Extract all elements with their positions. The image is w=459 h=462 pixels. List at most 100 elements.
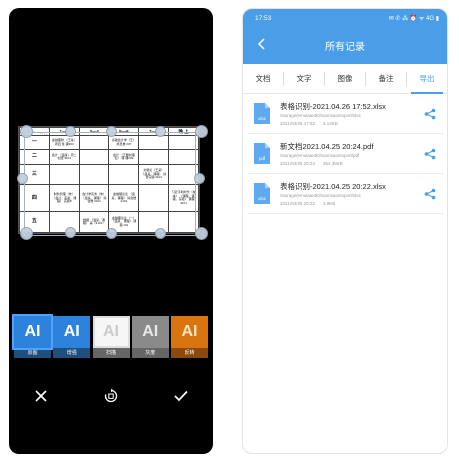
table-cell xyxy=(168,211,199,233)
share-button[interactable] xyxy=(423,147,437,161)
table-row: 三 文献论（王某） （温某，课程） 综合实验 3101 xyxy=(19,163,199,186)
filter-label: 增强 xyxy=(53,348,91,358)
table-cell: 文献论（王某） （温某，课程） 综合实验 3101 xyxy=(138,163,170,186)
file-size: 4.14KB xyxy=(323,120,338,126)
record-tabs: 文档 文字 图像 备注 导出 xyxy=(243,64,447,94)
crop-handle-top[interactable] xyxy=(65,126,76,137)
crop-handle-right[interactable] xyxy=(194,173,205,184)
share-button[interactable] xyxy=(423,107,437,121)
editor-action-bar xyxy=(9,378,213,414)
status-time: 17:53 xyxy=(255,14,272,22)
list-item[interactable]: xlsx 表格识别-2021.04.25 20:22.xlsx /storage… xyxy=(247,174,443,214)
share-button[interactable] xyxy=(423,187,437,201)
schedule-table: 1—2 3—4 5—6 7—8 晚 上 一 金融理财 （王某）周四 鉴·课303… xyxy=(19,126,199,233)
table-cell: 数据 （温某，课程） 第（3101） xyxy=(78,211,110,233)
file-meta: 2021/04/26 17:52 4.14KB xyxy=(280,120,423,127)
crop-handle-bottom[interactable] xyxy=(65,227,76,238)
crop-handle-left[interactable] xyxy=(17,173,28,184)
tab-notes[interactable]: 备注 xyxy=(366,64,406,93)
records-screen: 17:53 ✉ ✆ ⁂ ⏰ ᯤ 4G ▮ 所有记录 文档 文字 图像 备注 导出 xyxy=(242,8,448,454)
screenshot-stage: 1—2 3—4 5—6 7—8 晚 上 一 金融理财 （王某）周四 鉴·课303… xyxy=(0,0,459,462)
file-info: 表格识别-2021.04.26 17:52.xlsx /storage/emul… xyxy=(280,101,423,127)
table-cell: 会计学实务（朱） （温某，课程） 综合楼 3101 xyxy=(78,184,110,213)
file-name: 新文档2021.04.25 20:24.pdf xyxy=(280,141,374,151)
table-header-cell: 3—4 xyxy=(78,126,110,137)
table-row-label: 四 xyxy=(19,184,50,213)
file-type-label: xlsx xyxy=(258,116,266,121)
xlsx-file-icon: xlsx xyxy=(253,182,271,205)
file-date: 2021/04/25 20:22 xyxy=(280,200,316,206)
file-path: /storage/emulated/0/saomiao/export/pdf xyxy=(280,152,360,158)
table-cell: 会计 （温某）周二 创建 3101 xyxy=(48,149,80,165)
file-meta: 2021/04/25 20:24 364.38KB xyxy=(280,160,423,167)
crop-handle-bottom[interactable] xyxy=(106,228,117,239)
list-item[interactable]: xlsx 表格识别-2021.04.26 17:52.xlsx /storage… xyxy=(247,94,443,134)
table-cell: 会计 （王雅创理论） 课·课209 xyxy=(108,149,140,165)
list-item[interactable]: pdf 新文档2021.04.25 20:24.pdf /storage/emu… xyxy=(247,134,443,174)
table-cell xyxy=(78,163,110,186)
filter-grayscale[interactable]: AI 灰度 xyxy=(131,316,169,358)
table-row: 二 会计 （温某）周二 创建 3101 会计 （王雅创理论） 课·课209 xyxy=(19,149,199,165)
close-icon xyxy=(35,390,47,402)
table-row-label: 二 xyxy=(19,149,50,165)
crop-handle-bottom[interactable] xyxy=(155,228,166,239)
table-row: 四 财务管理（朱） （会计，实验，课程） 实验8 会计学实务（朱） （温某，课程… xyxy=(19,184,199,213)
tab-text[interactable]: 文字 xyxy=(284,64,324,93)
table-cell: 财务管理（朱） （会计，实验，课程） 实验8 xyxy=(48,184,80,213)
filter-thumbnail: AI xyxy=(92,316,130,348)
filter-enhance[interactable]: AI 增强 xyxy=(53,316,91,358)
filter-scan[interactable]: AI 扫描 xyxy=(92,316,130,358)
crop-handle-top-right[interactable] xyxy=(195,125,208,138)
crop-handle-bottom-right[interactable] xyxy=(195,227,208,240)
filter-original[interactable]: AI 原图 xyxy=(12,314,53,358)
filter-invert[interactable]: AI 反转 xyxy=(171,316,208,358)
filter-label: 原图 xyxy=(14,348,51,358)
table-cell xyxy=(138,135,170,151)
table-cell: 习近平新时代（校本） （课程，课程，实验） 课程 3101 xyxy=(168,184,199,213)
confirm-button[interactable] xyxy=(171,386,191,406)
table-cell: 金融理论论 （温某，课程） 综合楼 3101 xyxy=(108,184,140,213)
file-path: /storage/emulated/0/saomiao/export/xlsx xyxy=(280,112,361,118)
export-file-list: xlsx 表格识别-2021.04.26 17:52.xlsx /storage… xyxy=(243,94,447,214)
file-info: 新文档2021.04.25 20:24.pdf /storage/emulate… xyxy=(280,141,423,167)
table-cell xyxy=(168,149,199,165)
cancel-button[interactable] xyxy=(31,386,51,406)
table-cell xyxy=(138,149,170,165)
table-row: 一 金融理财 （王某）周四 鉴·课303 基础会计学（王） 成员楼 207 xyxy=(19,135,199,151)
filter-thumbnail: AI xyxy=(12,314,53,350)
rotate-button[interactable] xyxy=(101,386,121,406)
filter-label: 扫描 xyxy=(92,348,130,358)
filter-label: 灰度 xyxy=(131,348,169,358)
check-icon xyxy=(174,390,188,402)
crop-handle-top[interactable] xyxy=(155,126,166,137)
share-icon xyxy=(424,188,436,199)
table-cell xyxy=(168,135,199,151)
file-date: 2021/04/26 17:52 xyxy=(280,120,316,126)
file-date: 2021/04/25 20:24 xyxy=(280,160,316,166)
xlsx-file-icon: xlsx xyxy=(253,102,271,125)
pdf-file-icon: pdf xyxy=(253,142,271,165)
table-cell: 基础会计学（王） 成员楼 207 xyxy=(108,135,140,151)
back-button[interactable] xyxy=(253,36,269,52)
filter-strip: AI 原图 AI 增强 AI 扫描 AI 灰度 AI 反转 xyxy=(9,314,213,368)
file-path: /storage/emulated/0/saomiao/export/xlsx xyxy=(280,192,361,198)
file-size: 364.38KB xyxy=(323,160,343,166)
tab-images[interactable]: 图像 xyxy=(325,64,365,93)
table-cell xyxy=(78,149,110,165)
file-type-label: xlsx xyxy=(258,196,266,201)
table-cell: 金融理财 （王某）周四 鉴·课303 xyxy=(48,135,80,151)
file-info: 表格识别-2021.04.25 20:22.xlsx /storage/emul… xyxy=(280,181,423,207)
tab-documents[interactable]: 文档 xyxy=(243,64,283,93)
table-cell xyxy=(138,184,170,213)
file-name: 表格识别-2021.04.26 17:52.xlsx xyxy=(280,101,386,111)
rotate-icon xyxy=(104,388,118,403)
share-icon xyxy=(424,148,436,159)
file-size: 3.9KB xyxy=(323,200,336,206)
crop-handle-top[interactable] xyxy=(106,126,117,137)
chevron-left-icon xyxy=(257,38,265,50)
crop-handle-bottom-left[interactable] xyxy=(20,227,33,240)
crop-handle-top-left[interactable] xyxy=(20,125,33,138)
tab-export[interactable]: 导出 xyxy=(407,64,447,94)
file-name: 表格识别-2021.04.25 20:22.xlsx xyxy=(280,181,386,191)
crop-editor-screen: 1—2 3—4 5—6 7—8 晚 上 一 金融理财 （王某）周四 鉴·课303… xyxy=(9,8,213,454)
